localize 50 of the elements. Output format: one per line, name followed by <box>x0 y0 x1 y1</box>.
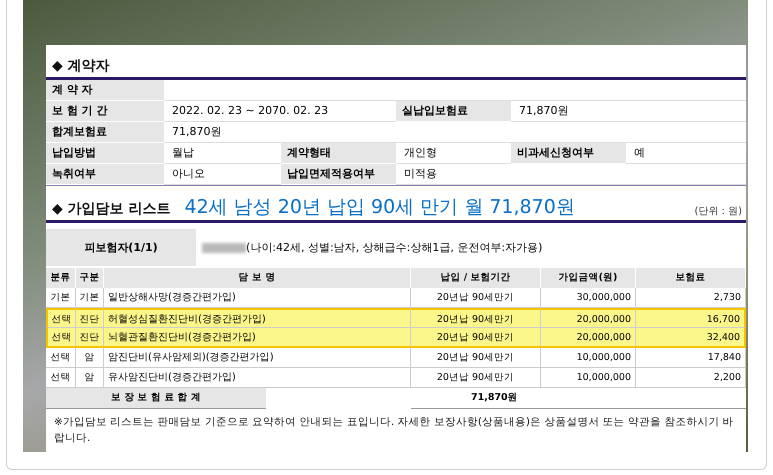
headline-text: 42세 남성 20년 납입 90세 만기 월 71,870원 <box>184 196 575 218</box>
field-value: 예 <box>626 143 746 164</box>
table-cell: 17,840 <box>636 348 746 368</box>
column-header: 가입금액(원) <box>541 268 636 288</box>
table-cell: 뇌혈관질환진단비(경증간편가입) <box>104 328 411 348</box>
unit-label: (단위 : 원) <box>694 205 743 218</box>
total-value: 71,870원 <box>411 388 746 409</box>
note-text: ※가입담보 리스트는 판매담보 기준으로 요약하여 안내되는 표입니다. 자세한 보장사항(상품내용)은 상품설명서 또는 약관을 참조하시기 바랍니다. <box>54 415 735 446</box>
table-cell: 2,200 <box>636 368 746 388</box>
column-header: 납입 / 보험기간 <box>411 268 541 288</box>
column-header: 분류 <box>46 268 76 288</box>
field-label: 계약형태 <box>281 143 396 164</box>
table-cell: 선택 <box>46 328 76 348</box>
field-label: 합계보험료 <box>46 122 164 143</box>
table-cell: 20년납 90세만기 <box>411 328 541 348</box>
column-header: 보험료 <box>636 268 746 288</box>
field-label: 실납입보험료 <box>396 101 511 122</box>
field-value: 2022. 02. 23 ~ 2070. 02. 23 <box>164 101 396 122</box>
table-cell: 20년납 90세만기 <box>411 308 541 328</box>
section-title: ◆ 가입담보 리스트 <box>52 200 171 218</box>
insured-info: (나이:42세, 성별:남자, 상해급수:상해1급, 운전여부:자가용) <box>246 240 542 255</box>
column-header: 구분 <box>76 268 104 288</box>
table-cell: 20,000,000 <box>541 308 636 328</box>
table-cell: 10,000,000 <box>541 348 636 368</box>
table-cell: 암 <box>76 348 104 368</box>
total-label: 보 장 보 험 료 합 계 <box>46 388 266 409</box>
table-cell: 20년납 90세만기 <box>411 348 541 368</box>
field-label: 녹취여부 <box>46 164 164 185</box>
insured-label: 피보험자(1/1) <box>46 229 196 266</box>
field-label: 계 약 자 <box>46 80 164 101</box>
field-label: 보 험 기 간 <box>46 101 164 122</box>
table-cell: 32,400 <box>636 328 746 348</box>
table-cell: 선택 <box>46 348 76 368</box>
table-cell: 16,700 <box>636 308 746 328</box>
table-cell: 진단 <box>76 308 104 328</box>
table-cell: 진단 <box>76 328 104 348</box>
section-title: ◆ 계약자 <box>52 57 110 75</box>
field-label: 납입방법 <box>46 143 164 164</box>
field-label: 비과세신청여부 <box>511 143 626 164</box>
field-value: 71,870원 <box>511 101 746 122</box>
table-cell: 암진단비(유사암제외)(경증간편가입) <box>104 348 411 368</box>
field-label: 납입면제적용여부 <box>281 164 396 185</box>
redacted-name <box>202 242 246 252</box>
table-cell: 10,000,000 <box>541 368 636 388</box>
table-cell: 선택 <box>46 308 76 328</box>
table-cell: 허혈성심질환진단비(경증간편가입) <box>104 308 411 328</box>
column-header: 담 보 명 <box>104 268 411 288</box>
field-value: 미적용 <box>396 164 746 185</box>
table-cell: 20년납 90세만기 <box>411 368 541 388</box>
table-cell: 20,000,000 <box>541 328 636 348</box>
